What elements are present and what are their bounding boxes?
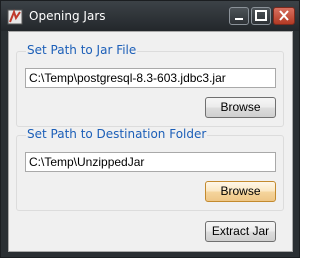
minimize-icon [235,18,243,20]
browse-jar-button[interactable]: Browse [205,97,276,118]
app-window: Opening Jars Set Path to Jar File C:\Tem… [0,0,300,258]
close-button[interactable] [273,7,295,25]
destination-path-input[interactable]: C:\Temp\UnzippedJar [25,152,276,172]
jar-app-icon [7,9,23,25]
minimize-button[interactable] [229,7,249,25]
maximize-icon [255,10,267,21]
jar-path-group: Set Path to Jar File C:\Temp\postgresql-… [16,43,284,127]
close-icon [279,10,289,21]
maximize-button[interactable] [251,7,271,25]
extract-jar-button[interactable]: Extract Jar [205,221,276,242]
dialog-body: Set Path to Jar File C:\Temp\postgresql-… [8,31,293,252]
window-title: Opening Jars [29,9,106,23]
jar-path-input[interactable]: C:\Temp\postgresql-8.3-603.jdbc3.jar [25,68,276,88]
browse-destination-button[interactable]: Browse [205,181,276,202]
jar-path-group-label: Set Path to Jar File [26,43,138,57]
title-bar[interactable]: Opening Jars [1,1,299,31]
destination-path-group: Set Path to Destination Folder C:\Temp\U… [16,127,284,211]
destination-path-group-label: Set Path to Destination Folder [26,127,208,141]
